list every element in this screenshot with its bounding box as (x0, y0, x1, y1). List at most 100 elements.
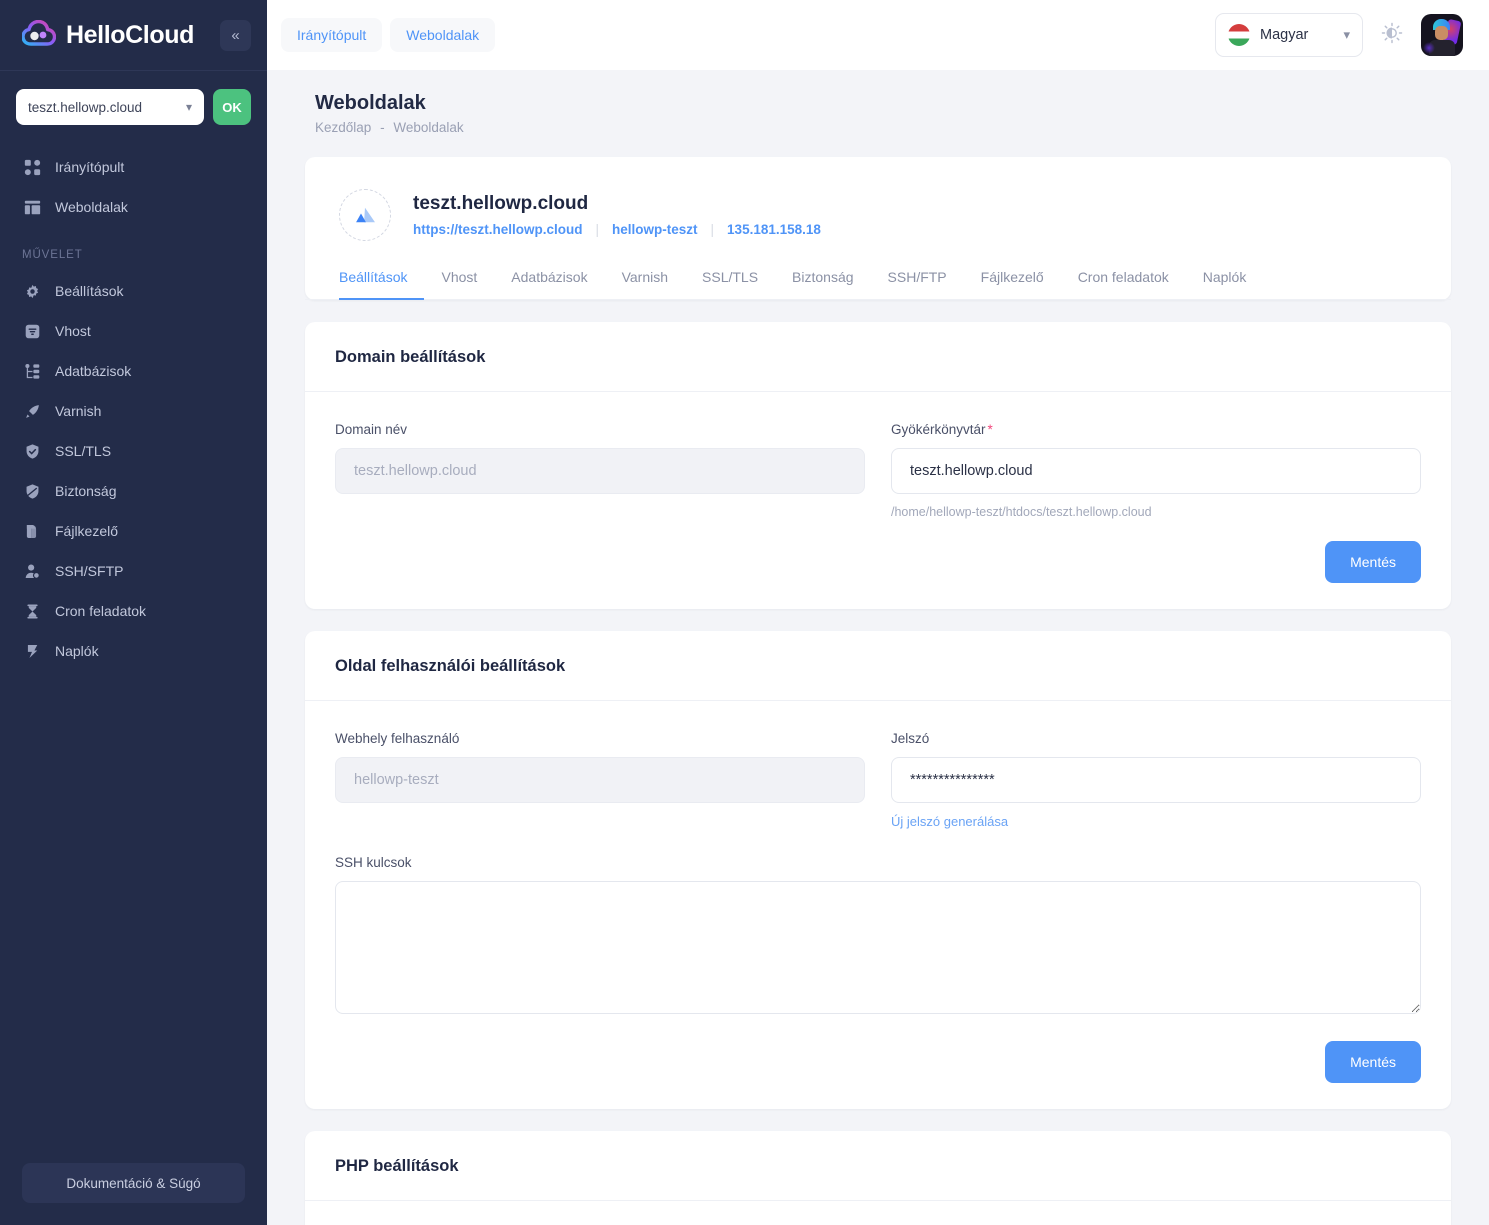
password-input[interactable] (891, 757, 1421, 803)
site-user-field-group: Webhely felhasználó (335, 731, 865, 831)
sidebar-item-vhost[interactable]: Vhost (0, 311, 267, 351)
language-selector[interactable]: Magyar ▾ (1215, 13, 1363, 57)
tab-varnish[interactable]: Varnish (605, 269, 685, 300)
chevron-down-icon: ▾ (185, 100, 192, 114)
sidebar-item-label: SSL/TLS (55, 443, 112, 459)
password-field-group: Jelszó Új jelszó generálása (891, 731, 1421, 831)
avatar[interactable] (1421, 14, 1463, 56)
php-settings-body (305, 1201, 1451, 1225)
sidebar-item-websites[interactable]: Weboldalak (0, 187, 267, 227)
domain-settings-row: Domain név Gyökérkönyvtár* /home/hellowp… (335, 422, 1421, 583)
php-settings-card: PHP beállítások (305, 1131, 1451, 1225)
sidebar-item-dashboard[interactable]: Irányítópult (0, 147, 267, 187)
sidebar-item-label: Naplók (55, 643, 99, 659)
breadcrumb-home[interactable]: Kezdőlap (315, 120, 371, 135)
tab-settings[interactable]: Beállítások (339, 269, 425, 300)
php-settings-header: PHP beállítások (305, 1131, 1451, 1201)
domain-settings-body: Domain név Gyökérkönyvtár* /home/hellowp… (305, 392, 1451, 609)
logs-icon (22, 641, 42, 661)
ssh-keys-field-group: SSH kulcsok (335, 855, 1421, 1019)
domain-save-button[interactable]: Mentés (1325, 541, 1421, 583)
site-triangle-icon (339, 189, 391, 241)
domain-select[interactable]: teszt.hellowp.cloud ▾ (16, 89, 204, 125)
tab-security[interactable]: Biztonság (775, 269, 870, 300)
sidebar-item-file-manager[interactable]: Fájlkezelő (0, 511, 267, 551)
page-title: Weboldalak (315, 92, 426, 114)
site-url-link[interactable]: https://teszt.hellowp.cloud (413, 222, 583, 237)
main-area: Irányítópult Weboldalak Magyar ▾ Webolda… (267, 0, 1489, 1225)
tab-ssh-ftp[interactable]: SSH/FTP (871, 269, 964, 300)
domain-ok-button[interactable]: OK (213, 89, 251, 125)
sidebar-domain-switcher: teszt.hellowp.cloud ▾ OK (0, 71, 267, 147)
database-tree-icon (22, 361, 42, 381)
topbar: Irányítópult Weboldalak Magyar ▾ (267, 0, 1489, 70)
topbar-link-websites[interactable]: Weboldalak (390, 18, 496, 52)
layout-panels-icon (22, 197, 42, 217)
sidebar-footer: Dokumentáció & Súgó (0, 1163, 267, 1225)
sidebar-item-ssh-sftp[interactable]: SSH/SFTP (0, 551, 267, 591)
sidebar-item-label: Fájlkezelő (55, 523, 119, 539)
theme-toggle-button[interactable] (1379, 22, 1405, 48)
documentation-help-button[interactable]: Dokumentáció & Súgó (22, 1163, 245, 1203)
sun-icon (1381, 22, 1403, 49)
shield-check-icon (22, 441, 42, 461)
topbar-right: Magyar ▾ (1215, 13, 1463, 57)
tab-vhost[interactable]: Vhost (424, 269, 494, 300)
sidebar-collapse-button[interactable]: « (220, 19, 251, 51)
sidebar-item-label: Biztonság (55, 483, 117, 499)
sidebar-item-label: Irányítópult (55, 159, 125, 175)
tab-file-manager[interactable]: Fájlkezelő (964, 269, 1061, 300)
content-scroll[interactable]: Weboldalak Kezdőlap - Weboldalak teszt.h… (267, 70, 1489, 1225)
docroot-hint: /home/hellowp-teszt/htdocs/teszt.hellowp… (891, 505, 1152, 519)
generate-password-link[interactable]: Új jelszó generálása (891, 814, 1008, 829)
dashboard-grid-icon (22, 157, 42, 177)
required-marker: * (987, 422, 993, 437)
sidebar-item-label: Varnish (55, 403, 102, 419)
avatar-art-glow (1423, 42, 1435, 54)
domain-name-input[interactable] (335, 448, 865, 494)
rocket-icon (22, 401, 42, 421)
sidebar-item-databases[interactable]: Adatbázisok (0, 351, 267, 391)
domain-save-row: Mentés (891, 541, 1421, 583)
sidebar-item-security[interactable]: Biztonság (0, 471, 267, 511)
site-user-input[interactable] (335, 757, 865, 803)
user-settings-row: Webhely felhasználó Jelszó Új jelszó gen… (335, 731, 1421, 831)
tab-ssl-tls[interactable]: SSL/TLS (685, 269, 775, 300)
user-settings-body: Webhely felhasználó Jelszó Új jelszó gen… (305, 701, 1451, 1109)
docroot-input[interactable] (891, 448, 1421, 494)
breadcrumb-separator: - (380, 120, 385, 135)
user-settings-card: Oldal felhasználói beállítások Webhely f… (305, 631, 1451, 1109)
tab-logs[interactable]: Naplók (1186, 269, 1264, 300)
domain-settings-card: Domain beállítások Domain név Gyökérköny… (305, 322, 1451, 609)
sidebar-item-varnish[interactable]: Varnish (0, 391, 267, 431)
sidebar-item-label: Vhost (55, 323, 91, 339)
avatar-art-face (1435, 26, 1448, 40)
sidebar-item-cron-jobs[interactable]: Cron feladatok (0, 591, 267, 631)
shield-icon (22, 481, 42, 501)
sidebar-item-label: Adatbázisok (55, 363, 132, 379)
sidebar-item-logs[interactable]: Naplók (0, 631, 267, 671)
ssh-keys-textarea[interactable] (335, 881, 1421, 1014)
domain-name-field-group: Domain név (335, 422, 865, 583)
chevron-down-icon: ▾ (1343, 27, 1350, 42)
site-ip-link[interactable]: 135.181.158.18 (727, 222, 821, 237)
site-card: teszt.hellowp.cloud https://teszt.hellow… (305, 157, 1451, 300)
tab-databases[interactable]: Adatbázisok (494, 269, 604, 300)
docroot-label-text: Gyökérkönyvtár (891, 422, 986, 437)
sidebar-item-settings[interactable]: Beállítások (0, 271, 267, 311)
topbar-link-dashboard[interactable]: Irányítópult (281, 18, 383, 52)
site-link-separator: | (595, 222, 600, 237)
site-header: teszt.hellowp.cloud https://teszt.hellow… (305, 157, 1451, 241)
site-user-link[interactable]: hellowp-teszt (612, 222, 698, 237)
tab-cron-jobs[interactable]: Cron feladatok (1061, 269, 1186, 300)
app-root: HelloCloud « teszt.hellowp.cloud ▾ OK Ir… (0, 0, 1489, 1225)
site-name: teszt.hellowp.cloud (413, 193, 589, 214)
content-inner: Weboldalak Kezdőlap - Weboldalak teszt.h… (267, 70, 1489, 1225)
sidebar-item-ssl-tls[interactable]: SSL/TLS (0, 431, 267, 471)
folder-icon (22, 521, 42, 541)
docroot-field-group: Gyökérkönyvtár* /home/hellowp-teszt/htdo… (891, 422, 1421, 583)
ssh-keys-label: SSH kulcsok (335, 855, 412, 870)
user-save-button[interactable]: Mentés (1325, 1041, 1421, 1083)
sidebar: HelloCloud « teszt.hellowp.cloud ▾ OK Ir… (0, 0, 267, 1225)
site-meta: teszt.hellowp.cloud https://teszt.hellow… (413, 193, 821, 237)
